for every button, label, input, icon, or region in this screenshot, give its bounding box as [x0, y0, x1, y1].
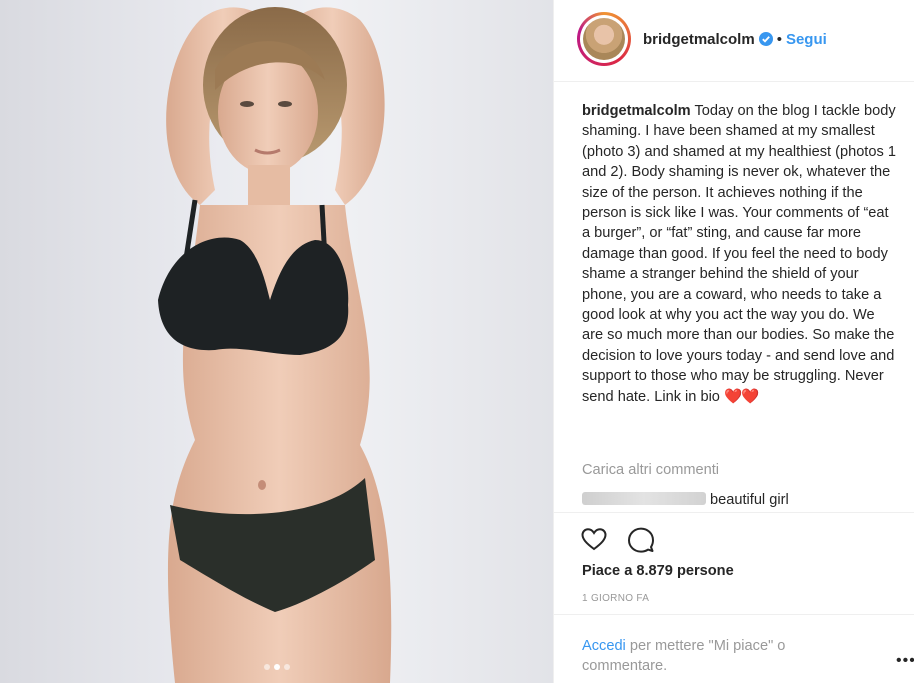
- post-header: bridgetmalcolm • Segui: [554, 0, 914, 82]
- login-divider: [554, 614, 914, 615]
- avatar[interactable]: [577, 12, 631, 66]
- verified-badge-icon: [758, 32, 773, 46]
- heart-icon[interactable]: [580, 526, 608, 554]
- blurred-commenter-name[interactable]: [582, 492, 706, 505]
- username-link[interactable]: bridgetmalcolm: [643, 31, 755, 48]
- comment-icon[interactable]: [627, 526, 655, 554]
- avatar-image: [583, 18, 625, 60]
- carousel-indicator: [0, 657, 553, 675]
- comment-row: beautiful girl: [582, 492, 789, 508]
- separator: •: [776, 31, 782, 48]
- like-count[interactable]: Piace a 8.879 persone: [582, 563, 734, 579]
- carousel-dot[interactable]: [263, 664, 270, 670]
- load-more-comments[interactable]: Carica altri commenti: [582, 462, 719, 478]
- actions-divider: [554, 512, 914, 514]
- more-options-icon[interactable]: •••: [896, 652, 914, 670]
- follow-button[interactable]: Segui: [786, 31, 827, 48]
- comment-text: beautiful girl: [710, 492, 789, 508]
- caption-username[interactable]: bridgetmalcolm: [582, 103, 691, 119]
- post-image[interactable]: [0, 0, 553, 683]
- carousel-dot[interactable]: [283, 664, 290, 670]
- heart-emoji: ❤️❤️: [724, 388, 759, 405]
- header-row: bridgetmalcolm • Segui: [643, 31, 827, 48]
- carousel-dot-active[interactable]: [273, 664, 280, 670]
- post-sidebar: bridgetmalcolm • Segui bridgetmalcolm Toda…: [553, 0, 914, 683]
- post-photo: [158, 7, 392, 683]
- timestamp[interactable]: 1 GIORNO FA: [582, 593, 649, 604]
- caption: bridgetmalcolm Today on the blog I tackl…: [582, 101, 897, 407]
- login-prompt: Accedi per mettere "Mi piace" o commenta…: [582, 636, 842, 676]
- caption-text: Today on the blog I tackle body shaming.…: [582, 103, 896, 405]
- login-link[interactable]: Accedi: [582, 638, 626, 654]
